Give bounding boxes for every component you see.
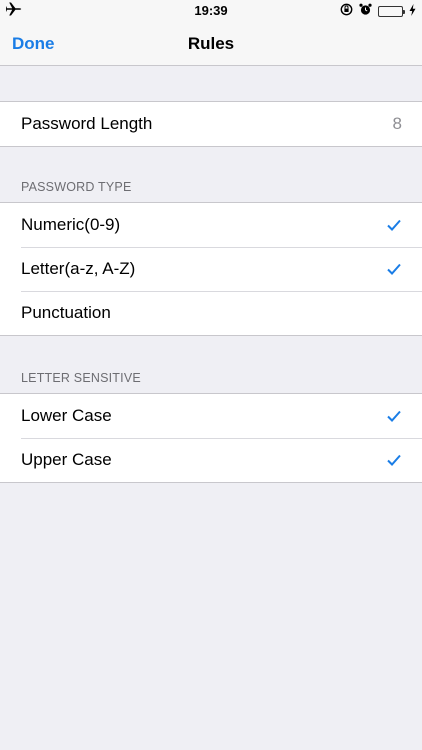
alarm-icon [359, 3, 372, 19]
punctuation-row[interactable]: Punctuation [0, 291, 422, 335]
password-length-value: 8 [392, 114, 402, 133]
punctuation-label: Punctuation [21, 303, 111, 322]
letter-label: Letter(a-z, A-Z) [21, 259, 136, 278]
checkmark-icon [387, 263, 401, 275]
top-bar: 19:39 Done Rules [0, 0, 422, 66]
checkmark-icon [387, 219, 401, 231]
password-length-row[interactable]: Password Length 8 [0, 102, 422, 146]
password-type-group: Numeric(0-9) Letter(a-z, A-Z) Punctuatio… [0, 202, 422, 336]
letter-row[interactable]: Letter(a-z, A-Z) [0, 247, 422, 291]
password-type-header: PASSWORD TYPE [21, 180, 132, 194]
page-title: Rules [187, 34, 235, 53]
status-bar: 19:39 [0, 0, 422, 22]
password-length-group: Password Length 8 [0, 101, 422, 147]
screen: 19:39 Done Rules Password Length 8 PASSW… [0, 0, 422, 750]
charging-icon [409, 3, 416, 19]
checkmark-icon [387, 454, 401, 466]
numeric-label: Numeric(0-9) [21, 215, 121, 234]
rotation-lock-icon [340, 3, 353, 19]
battery-icon [378, 5, 405, 17]
lower-case-label: Lower Case [21, 406, 112, 425]
letter-sensitive-group: Lower Case Upper Case [0, 393, 422, 483]
lower-case-row[interactable]: Lower Case [0, 394, 422, 438]
password-length-label: Password Length [21, 114, 153, 133]
letter-sensitive-header: LETTER SENSITIVE [21, 371, 141, 385]
checkmark-icon [387, 410, 401, 422]
navigation-bar: Done Rules [0, 22, 422, 66]
upper-case-row[interactable]: Upper Case [0, 438, 422, 482]
numeric-row[interactable]: Numeric(0-9) [0, 203, 422, 247]
upper-case-label: Upper Case [21, 450, 112, 469]
status-icons [340, 3, 416, 19]
